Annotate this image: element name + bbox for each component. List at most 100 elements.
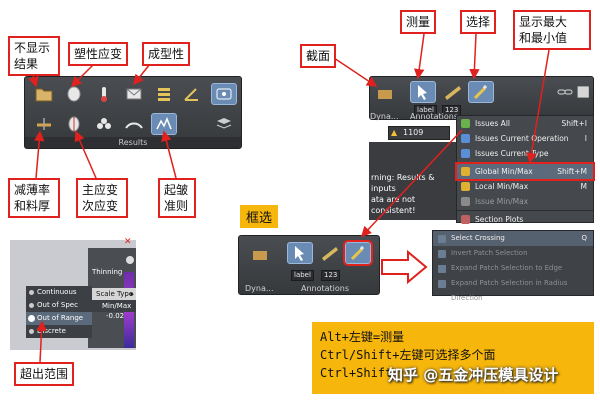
scale-option[interactable]: Out of Spec [26,299,92,312]
callout-out-of-range: 超出范围 [14,362,75,386]
dyna-label: Dyna... [370,112,399,121]
watermark: 知乎 @五金冲压模具设计 [388,364,558,385]
box-select-tool[interactable] [343,240,373,266]
menu-item[interactable]: Global Min/Max Shift+M [455,162,595,181]
radio-icon [29,316,34,321]
menu-item-icon [461,215,470,224]
scale-option[interactable]: Out of Range [26,312,92,325]
crossing-item-icon [438,265,446,273]
counter-field-small[interactable]: 123 [321,270,341,281]
crossing-item-label: Expand Patch Selection to Edge [451,264,563,272]
section-icon [378,90,392,99]
crossing-menu-item: Expand Patch Selection to Edge [433,261,593,276]
menu-item[interactable]: Section Plots [457,212,593,227]
issue-counter[interactable]: ▲ 1109 [388,126,450,140]
temperature-tool[interactable] [91,83,117,105]
menu-item-label: Issues All [475,119,510,128]
panel-close-icon[interactable]: ✕ [124,238,133,247]
stack-tool[interactable] [211,113,237,135]
measure-tool-small[interactable] [287,242,313,264]
scale-option[interactable]: Discrete [26,325,92,338]
ruler-tool-small[interactable] [317,242,343,264]
callout-box-select: 框选 [240,205,279,228]
callout-plastic-strain: 塑性应变 [68,42,129,66]
thickness-icon [37,118,51,130]
scale-panel: Thinning Scale Type ▸ Min/Max -0.02 Cont… [10,240,136,350]
view-tool[interactable] [211,83,237,105]
annotations-label: Annotations [410,112,459,121]
plastic-strain-tool[interactable] [61,83,87,105]
menu-item-shortcut: I [584,134,587,143]
wrinkle-criterion-tool[interactable] [151,113,177,135]
menu-item[interactable]: Local Min/Max M [457,179,593,194]
layers-tool[interactable] [151,83,177,105]
mail-icon [126,88,142,100]
menu-item-label: Local Min/Max [475,182,529,191]
tip-multi-select: Ctrl/Shift+左键可选择多个面 [320,348,496,362]
legend-close-icon[interactable] [126,256,134,264]
ellipse-strain-icon [68,116,80,132]
radio-icon [29,303,34,308]
angle-icon [184,88,198,101]
label-tag-small: label [291,270,314,281]
arrow-measure [414,33,425,80]
layers-icon [158,88,170,101]
results-toolbar-label: Results [25,137,241,148]
chain-tool[interactable] [552,81,578,103]
cluster-icon [97,118,111,129]
menu-item-icon [461,197,470,206]
minmax-menu-item[interactable]: Min/Max [92,300,136,312]
measure-cursor-icon [418,85,427,100]
crossing-item-label: Select Crossing [451,234,505,242]
ruler-icon [322,247,338,261]
crossing-menu-item[interactable]: Select Crossing Q [433,231,593,246]
callout-major-minor-strain: 主应变 次应变 [76,178,128,218]
folder-icon [35,88,53,102]
scale-option[interactable]: Continuous [26,286,92,299]
crossing-item-icon [438,280,446,288]
formability-tool[interactable] [121,83,147,105]
major-minor-strain-tool[interactable] [61,113,87,135]
ruler-tool[interactable] [440,81,466,103]
measure-tool[interactable] [410,81,436,103]
scale-type-menu-item[interactable]: Scale Type ▸ [92,288,136,300]
thermometer-icon [101,87,107,102]
menu-item-label: Issues Current Type [475,149,549,158]
scale-option-label: Continuous [37,288,77,296]
angle-tool[interactable] [179,83,205,105]
crossing-item-label: Expand Patch Selection in Radius Directi… [451,279,568,302]
callout-measure: 测量 [400,10,437,34]
tip-measure: Alt+左键=测量 [320,330,405,344]
hide-result-tool[interactable] [31,83,57,105]
arrow-select [469,33,480,80]
callout-formability: 成型性 [142,42,191,66]
display-icon [216,88,232,100]
menu-item-label: Issues Current Operation [475,134,569,143]
select-tool[interactable] [468,81,494,103]
selection-menu: Issues All Shift+I Issues Current Operatio… [455,115,595,224]
wand-icon [350,246,364,261]
menu-item-icon [461,119,470,128]
menu-item-label: Global Min/Max [475,167,533,176]
menu-item-icon [461,134,470,143]
radio-icon [29,290,34,295]
menu-item-icon [461,149,470,158]
crossing-item-icon [438,250,446,258]
thinning-tool[interactable] [31,113,57,135]
section-tool-small[interactable] [247,242,273,268]
annotations-toolbar-small: label 123 Dyna... Annotations [238,235,380,295]
warning-icon: ▲ [391,128,398,137]
ellipse-icon [67,86,81,102]
surface-tool[interactable] [121,113,147,135]
crossing-item-shortcut: Q [581,234,587,242]
callout-select: 选择 [460,10,497,34]
menu-item[interactable]: Issues Current Type [457,146,593,161]
menu-item-icon [461,182,470,191]
node-tool[interactable] [91,113,117,135]
issue-count: 1109 [403,128,424,137]
menu-item[interactable]: Issues Current Operation I [457,131,593,146]
window-tool[interactable] [576,81,592,103]
crossing-menu: Select Crossing Q Invert Patch Selection Ex… [432,230,594,302]
section-tool[interactable] [374,81,396,107]
menu-item[interactable]: Issues All Shift+I [457,116,593,131]
